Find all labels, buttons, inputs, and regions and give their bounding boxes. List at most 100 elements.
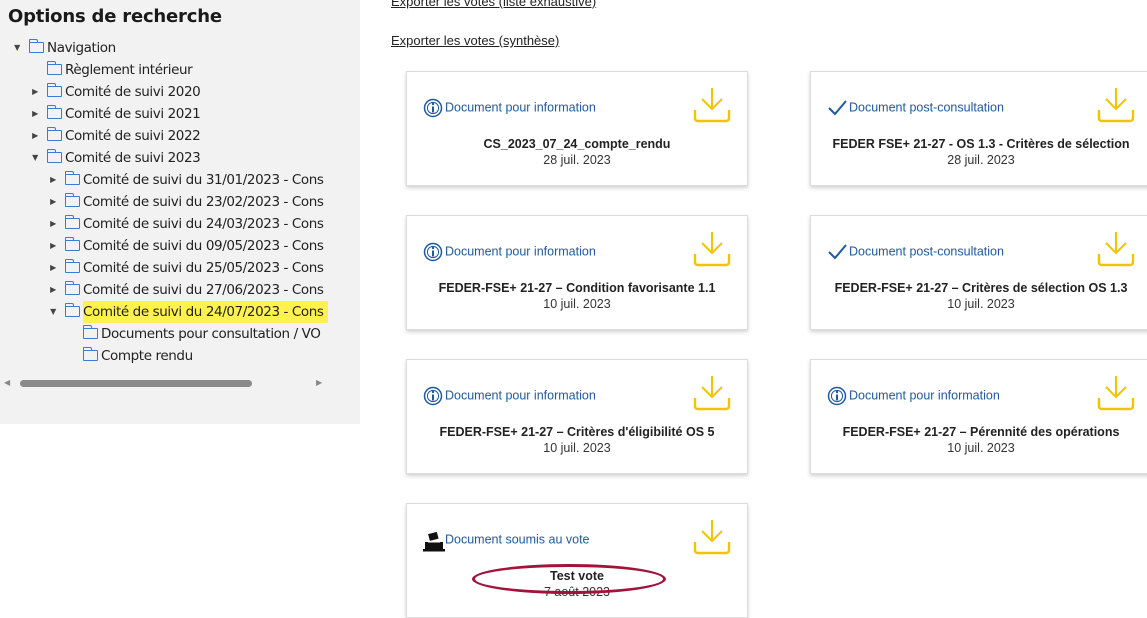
tree-node-label[interactable]: Documents pour consultation / VO [101, 323, 321, 345]
caret-right-icon[interactable]: ▶ [30, 103, 40, 125]
document-type: Document post-consultation [827, 240, 1004, 262]
ballot-box-icon [423, 530, 445, 552]
document-title[interactable]: FEDER-FSE+ 21-27 – Critères d'éligibilit… [407, 425, 747, 439]
tree-node-label[interactable]: Comité de suivi du 31/01/2023 - Cons [83, 169, 324, 191]
document-type-label: Document pour information [849, 388, 1000, 403]
folder-icon [65, 193, 80, 207]
folder-icon [83, 347, 98, 361]
info-icon [827, 386, 847, 406]
caret-down-icon[interactable]: ▼ [12, 37, 22, 59]
document-date: 28 juil. 2023 [543, 153, 611, 167]
document-card[interactable]: Document pour information FEDER-FSE+ 21-2… [406, 359, 748, 474]
document-title[interactable]: Test vote [407, 569, 747, 583]
document-title[interactable]: FEDER-FSE+ 21-27 – Critères de sélection… [811, 281, 1147, 295]
navigation-tree: ▼ Navigation Règlement intérieur ▶ Comité de… [0, 37, 332, 367]
tree-node[interactable]: ▼ Comité de suivi du 24/07/2023 - Cons [0, 301, 332, 323]
document-type-label: Document pour information [445, 100, 596, 115]
document-date: 28 juil. 2023 [947, 153, 1015, 167]
download-icon[interactable] [693, 518, 731, 556]
caret-right-icon[interactable]: ▶ [48, 169, 58, 191]
document-date: 10 juil. 2023 [947, 441, 1015, 455]
info-icon [423, 386, 443, 406]
folder-icon [83, 325, 98, 339]
caret-right-icon[interactable]: ▶ [48, 279, 58, 301]
tree-node[interactable]: Documents pour consultation / VO [0, 323, 332, 345]
caret-right-icon[interactable]: ▶ [30, 81, 40, 103]
tree-node-label[interactable]: Comité de suivi 2022 [65, 125, 201, 147]
caret-right-icon[interactable]: ▶ [30, 125, 40, 147]
document-title[interactable]: FEDER-FSE+ 21-27 – Pérennité des opérati… [811, 425, 1147, 439]
document-date: 7 août 2023 [543, 585, 611, 599]
caret-right-icon[interactable]: ▶ [48, 213, 58, 235]
folder-icon [65, 259, 80, 273]
document-title[interactable]: FEDER FSE+ 21-27 - OS 1.3 - Critères de … [811, 137, 1147, 151]
folder-icon [47, 149, 62, 163]
folder-icon [65, 303, 80, 317]
tree-node-label[interactable]: Compte rendu [101, 345, 193, 367]
tree-node[interactable]: ▶ Comité de suivi du 27/06/2023 - Cons [0, 279, 332, 301]
document-card[interactable]: Document post-consultation FEDER-FSE+ 21-… [810, 215, 1147, 330]
document-type-label: Document post-consultation [849, 244, 1004, 259]
tree-node-label[interactable]: Comité de suivi du 24/03/2023 - Cons [83, 213, 324, 235]
tree-node[interactable]: ▶ Comité de suivi du 09/05/2023 - Cons [0, 235, 332, 257]
tree-node-label[interactable]: Comité de suivi 2020 [65, 81, 201, 103]
tree-node-label[interactable]: Règlement intérieur [65, 59, 193, 81]
tree-node-label[interactable]: Comité de suivi du 09/05/2023 - Cons [83, 235, 324, 257]
folder-icon [65, 281, 80, 295]
tree-node[interactable]: ▶ Comité de suivi 2022 [0, 125, 332, 147]
caret-right-icon[interactable]: ▶ [48, 235, 58, 257]
document-card[interactable]: Document pour information FEDER-FSE+ 21-2… [810, 359, 1147, 474]
document-title[interactable]: FEDER-FSE+ 21-27 – Condition favorisante… [407, 281, 747, 295]
tree-node-label[interactable]: Navigation [47, 37, 116, 59]
folder-icon [29, 39, 44, 53]
download-icon[interactable] [693, 230, 731, 268]
caret-down-icon[interactable]: ▼ [48, 301, 58, 323]
scroll-left-arrow-icon[interactable]: ◀ [4, 377, 10, 389]
tree-node-label[interactable]: Comité de suivi du 23/02/2023 - Cons [83, 191, 324, 213]
caret-down-icon[interactable]: ▼ [30, 147, 40, 169]
document-card[interactable]: Document pour information FEDER-FSE+ 21-2… [406, 215, 748, 330]
tree-node[interactable]: ▶ Comité de suivi du 31/01/2023 - Cons [0, 169, 332, 191]
download-icon[interactable] [1097, 230, 1135, 268]
tree-node[interactable]: ▶ Comité de suivi du 25/05/2023 - Cons [0, 257, 332, 279]
tree-node[interactable]: ▶ Comité de suivi 2021 [0, 103, 332, 125]
caret-right-icon[interactable]: ▶ [48, 257, 58, 279]
document-card[interactable]: Document pour information CS_2023_07_24_c… [406, 71, 748, 186]
info-icon [423, 98, 443, 118]
download-icon[interactable] [1097, 86, 1135, 124]
info-icon [423, 242, 443, 262]
tree-node-label[interactable]: Comité de suivi 2021 [65, 103, 201, 125]
tree-node[interactable]: ▶ Comité de suivi du 24/03/2023 - Cons [0, 213, 332, 235]
download-icon[interactable] [693, 86, 731, 124]
tree-node[interactable]: ▼ Comité de suivi 2023 [0, 147, 332, 169]
export-votes-exhaustive-link[interactable]: Exporter les votes (liste exhaustive) [391, 0, 596, 9]
scroll-right-arrow-icon[interactable]: ▶ [316, 377, 322, 389]
tree-node[interactable]: ▶ Comité de suivi 2020 [0, 81, 332, 103]
document-type: Document pour information [827, 384, 1000, 406]
tree-node[interactable]: Règlement intérieur [0, 59, 332, 81]
document-card[interactable]: Document soumis au vote Test vote 7 août 2… [406, 503, 748, 618]
tree-node-label[interactable]: Comité de suivi du 25/05/2023 - Cons [83, 257, 324, 279]
document-type-label: Document pour information [445, 388, 596, 403]
check-icon [827, 98, 847, 118]
search-options-panel: Options de recherche ▼ Navigation Règlemen… [0, 0, 360, 424]
document-type: Document soumis au vote [423, 528, 590, 552]
document-type: Document pour information [423, 384, 596, 406]
download-icon[interactable] [1097, 374, 1135, 412]
document-title[interactable]: CS_2023_07_24_compte_rendu [407, 137, 747, 151]
horizontal-scrollbar[interactable]: ◀ ▶ [4, 377, 326, 389]
tree-node[interactable]: Compte rendu [0, 345, 332, 367]
download-icon[interactable] [693, 374, 731, 412]
tree-node[interactable]: ▶ Comité de suivi du 23/02/2023 - Cons [0, 191, 332, 213]
document-card[interactable]: Document post-consultation FEDER FSE+ 21-… [810, 71, 1147, 186]
scrollbar-thumb[interactable] [20, 380, 252, 387]
tree-node-label[interactable]: Comité de suivi du 27/06/2023 - Cons [83, 279, 324, 301]
folder-icon [47, 127, 62, 141]
tree-node[interactable]: ▼ Navigation [0, 37, 332, 59]
export-votes-synthese-link[interactable]: Exporter les votes (synthèse) [391, 33, 559, 48]
tree-node-label[interactable]: Comité de suivi 2023 [65, 147, 201, 169]
check-icon [827, 242, 847, 262]
tree-node-label[interactable]: Comité de suivi du 24/07/2023 - Cons [83, 301, 328, 323]
caret-right-icon[interactable]: ▶ [48, 191, 58, 213]
document-date: 10 juil. 2023 [543, 297, 611, 311]
